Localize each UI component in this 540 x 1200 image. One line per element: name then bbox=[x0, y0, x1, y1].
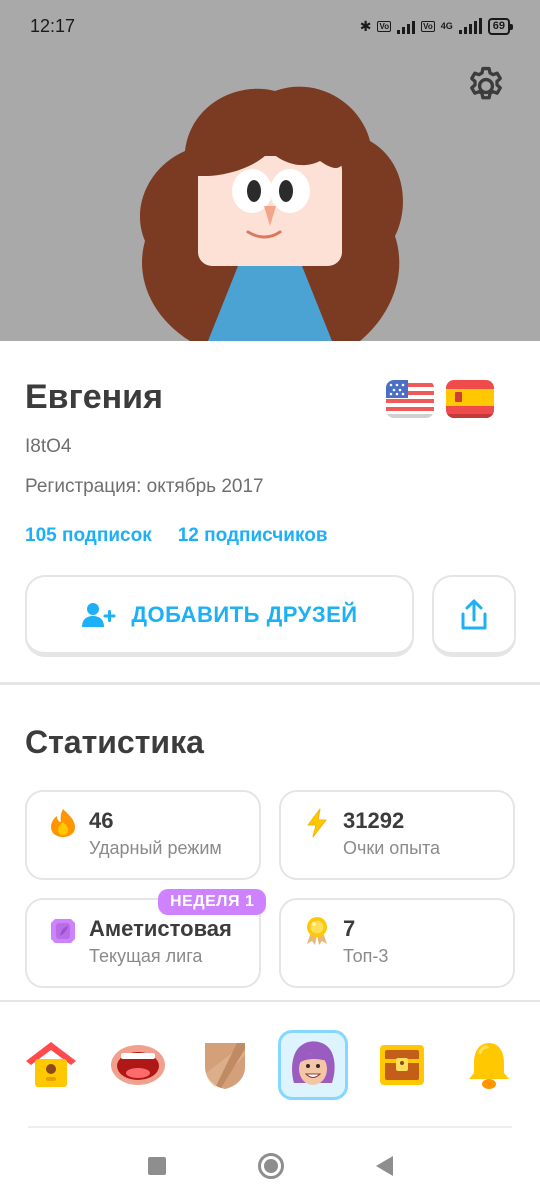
share-button[interactable] bbox=[432, 575, 516, 657]
section-divider bbox=[0, 682, 540, 685]
profile-name: Евгения bbox=[25, 378, 163, 416]
streak-card[interactable]: 46 Ударный режим bbox=[25, 790, 261, 880]
speak-mouth-icon bbox=[111, 1045, 165, 1085]
signal-icon bbox=[397, 18, 416, 34]
nav-profile[interactable] bbox=[278, 1030, 348, 1100]
shield-icon bbox=[205, 1043, 245, 1089]
bluetooth-icon: ✱ bbox=[359, 17, 372, 34]
network-type: 4G bbox=[440, 21, 453, 31]
volte-icon-2: Vo bbox=[421, 20, 435, 32]
league-week-badge: НЕДЕЛЯ 1 bbox=[158, 889, 267, 915]
bottom-navigation bbox=[0, 1026, 540, 1106]
add-friends-button[interactable]: ДОБАВИТЬ ДРУЗЕЙ bbox=[25, 575, 414, 657]
home-icon bbox=[26, 1042, 76, 1087]
recents-button[interactable] bbox=[147, 1157, 166, 1175]
amethyst-league-icon bbox=[51, 919, 75, 943]
share-icon bbox=[461, 599, 487, 629]
status-time: 12:17 bbox=[30, 15, 76, 36]
follow-counts: 105 подписок 12 подписчиков bbox=[25, 525, 328, 547]
following-link[interactable]: 105 подписок bbox=[25, 525, 152, 547]
us-flag-icon[interactable] bbox=[386, 380, 434, 418]
nav-notifications[interactable] bbox=[454, 1030, 524, 1100]
nav-home[interactable] bbox=[16, 1030, 86, 1100]
status-bar: 12:17 ✱ Vo Vo 4G 69 bbox=[0, 0, 540, 52]
username: I8tO4 bbox=[25, 436, 72, 457]
add-friends-label: ДОБАВИТЬ ДРУЗЕЙ bbox=[131, 601, 358, 627]
lightning-icon bbox=[307, 808, 327, 838]
profile-icon bbox=[292, 1041, 335, 1085]
add-user-icon bbox=[82, 602, 116, 627]
battery-indicator: 69 bbox=[487, 17, 514, 35]
signal-icon-2 bbox=[458, 18, 482, 34]
xp-value: 31292 bbox=[343, 808, 405, 833]
streak-value: 46 bbox=[89, 808, 114, 833]
nav-bottom-divider bbox=[28, 1126, 512, 1128]
nav-top-divider bbox=[0, 1000, 540, 1002]
xp-label: Очки опыта bbox=[343, 838, 441, 858]
bell-icon bbox=[469, 1043, 509, 1089]
flame-icon bbox=[51, 809, 75, 837]
volte-icon: Vo bbox=[377, 20, 392, 32]
streak-label: Ударный режим bbox=[89, 838, 222, 858]
settings-gear-icon[interactable] bbox=[464, 64, 508, 108]
statistics-title: Статистика bbox=[25, 724, 204, 760]
medal-icon bbox=[307, 917, 327, 945]
top3-card[interactable]: 7 Топ-3 bbox=[279, 898, 515, 988]
league-label: Текущая лига bbox=[89, 946, 203, 966]
home-button[interactable] bbox=[257, 1153, 284, 1179]
league-value: Аметистовая bbox=[89, 916, 232, 941]
back-button[interactable] bbox=[375, 1156, 393, 1176]
nav-leagues[interactable] bbox=[190, 1030, 260, 1100]
xp-card[interactable]: 31292 Очки опыта bbox=[279, 790, 515, 880]
es-flag-icon[interactable] bbox=[446, 380, 494, 418]
nav-shop[interactable] bbox=[367, 1030, 437, 1100]
course-flags bbox=[386, 380, 494, 418]
top3-value: 7 bbox=[343, 916, 356, 941]
followers-link[interactable]: 12 подписчиков bbox=[178, 525, 328, 547]
avatar[interactable] bbox=[130, 76, 410, 341]
status-icons: ✱ Vo Vo 4G 69 bbox=[359, 17, 514, 35]
system-navigation-bar bbox=[0, 1132, 540, 1200]
chest-icon bbox=[380, 1045, 424, 1085]
top3-label: Топ-3 bbox=[343, 946, 389, 966]
join-date: Регистрация: октябрь 2017 bbox=[25, 476, 264, 497]
nav-speak[interactable] bbox=[103, 1030, 173, 1100]
